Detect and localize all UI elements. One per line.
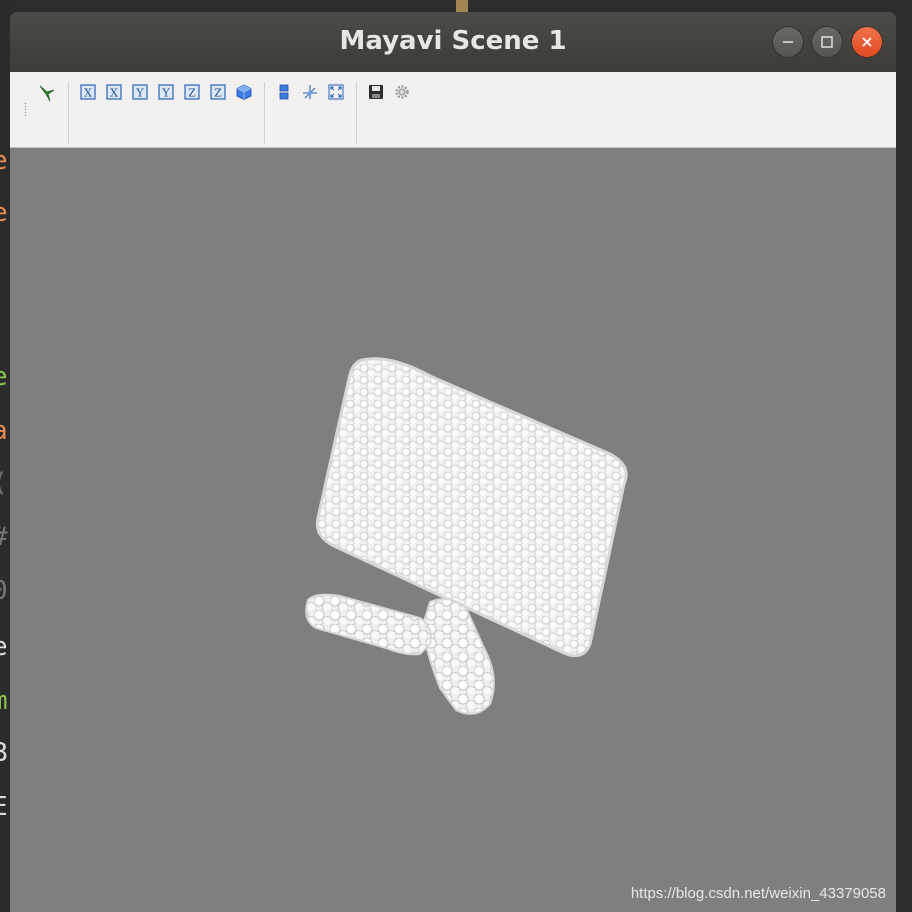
view-minus-z-icon[interactable]: Z: [210, 84, 226, 100]
configure-scene-icon[interactable]: [394, 84, 410, 100]
view-plus-y-icon[interactable]: Y: [132, 84, 148, 100]
close-button[interactable]: [851, 26, 883, 58]
toolbar-grip[interactable]: [24, 102, 27, 116]
save-icon[interactable]: [368, 84, 384, 100]
toolbar-separator: [264, 82, 265, 144]
mayavi-logo-icon[interactable]: [38, 84, 55, 102]
close-icon: [862, 37, 872, 47]
view-plus-z-icon[interactable]: Z: [184, 84, 200, 100]
toolbar-separator: [356, 82, 357, 144]
mayavi-window: Mayavi Scene 1 X X Y Y Z Z https://blog.…: [10, 12, 896, 912]
axis-label: X: [84, 87, 92, 100]
parallel-projection-icon[interactable]: [276, 84, 292, 100]
axis-label: Y: [135, 87, 144, 100]
axis-label: Z: [188, 87, 196, 100]
watermark-text: https://blog.csdn.net/weixin_43379058: [630, 885, 886, 902]
isometric-view-icon[interactable]: [236, 84, 252, 100]
show-axes-icon[interactable]: [302, 84, 318, 100]
toolbar-separator: [68, 82, 69, 144]
axis-label: X: [110, 87, 118, 100]
view-minus-x-icon[interactable]: X: [106, 84, 122, 100]
minimize-button[interactable]: [772, 26, 804, 58]
render-scene[interactable]: https://blog.csdn.net/weixin_43379058: [10, 148, 896, 912]
axis-label: Z: [214, 87, 222, 100]
maximize-icon: [821, 36, 833, 48]
window-title: Mayavi Scene 1: [339, 26, 567, 56]
point-cloud-render: [305, 357, 628, 715]
view-minus-y-icon[interactable]: Y: [158, 84, 174, 100]
title-bar[interactable]: Mayavi Scene 1: [10, 12, 896, 72]
axis-label: Y: [161, 87, 170, 100]
background-editor: e e e a ( # 0 e m B E: [0, 0, 10, 912]
full-screen-icon[interactable]: [328, 84, 344, 100]
minimize-icon: [783, 41, 793, 43]
view-plus-x-icon[interactable]: X: [80, 84, 96, 100]
scene-toolbar: X X Y Y Z Z: [10, 72, 896, 148]
maximize-button[interactable]: [811, 26, 843, 58]
